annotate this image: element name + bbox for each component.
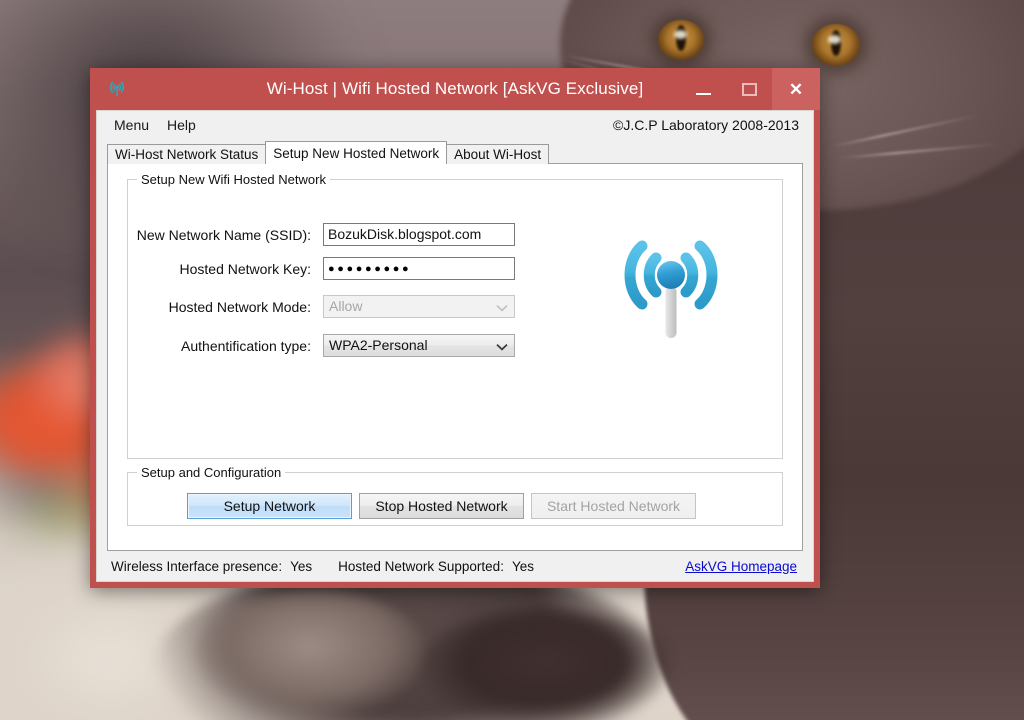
label-auth-type: Authentification type: (181, 337, 311, 354)
stop-hosted-network-button[interactable]: Stop Hosted Network (359, 493, 524, 519)
chevron-down-icon (496, 335, 508, 356)
minimize-icon (695, 92, 711, 95)
menu-item-help[interactable]: Help (158, 114, 205, 136)
label-network-key: Hosted Network Key: (179, 260, 312, 277)
tab-network-status[interactable]: Wi-Host Network Status (107, 144, 267, 164)
close-button[interactable]: ✕ (772, 68, 820, 110)
tab-about-wi-host[interactable]: About Wi-Host (446, 144, 550, 164)
start-hosted-network-button[interactable]: Start Hosted Network (531, 493, 696, 519)
field-row-ssid: New Network Name (SSID): BozukDisk.blogs… (128, 223, 515, 246)
network-mode-value: Allow (329, 298, 363, 314)
application-window: Wi-Host | Wifi Hosted Network [AskVG Exc… (90, 68, 820, 588)
setup-group-title: Setup New Wifi Hosted Network (137, 172, 330, 187)
network-key-input[interactable]: ●●●●●●●●● (323, 257, 515, 280)
tab-page-setup: Setup New Wifi Hosted Network New Networ… (107, 163, 803, 551)
field-row-auth-type: Authentification type: WPA2-Personal (128, 334, 515, 357)
setup-network-button[interactable]: Setup Network (187, 493, 352, 519)
field-row-network-key: Hosted Network Key: ●●●●●●●●● (128, 257, 515, 280)
wireless-interface-value: Yes (290, 558, 313, 574)
field-row-network-mode: Hosted Network Mode: Allow (128, 295, 515, 318)
maximize-button[interactable] (726, 68, 772, 110)
title-bar[interactable]: Wi-Host | Wifi Hosted Network [AskVG Exc… (90, 68, 820, 110)
hosted-network-supported-value: Yes (511, 558, 534, 574)
askvg-homepage-link[interactable]: AskVG Homepage (685, 559, 797, 574)
label-ssid: New Network Name (SSID): (136, 226, 311, 243)
config-group-title: Setup and Configuration (137, 465, 286, 480)
setup-group-box: Setup New Wifi Hosted Network New Networ… (127, 172, 783, 459)
auth-type-value: WPA2-Personal (329, 337, 428, 353)
wallpaper-cat-eye-left (658, 20, 704, 60)
menu-bar: Menu Help ©J.C.P Laboratory 2008-2013 (97, 111, 813, 139)
tab-strip: Wi-Host Network Status Setup New Hosted … (107, 141, 813, 164)
wallpaper-cat-paw (195, 588, 425, 718)
hosted-network-supported-label: Hosted Network Supported: (338, 558, 504, 574)
maximize-icon (741, 82, 757, 96)
minimize-button[interactable] (680, 68, 726, 110)
wireless-interface-label: Wireless Interface presence: (111, 558, 283, 574)
wallpaper-cat-eye-right (812, 24, 860, 66)
close-icon: ✕ (788, 79, 804, 99)
window-controls: ✕ (680, 68, 820, 110)
tab-setup-new-hosted-network[interactable]: Setup New Hosted Network (265, 141, 448, 164)
antenna-icon (100, 78, 134, 100)
config-group-box: Setup and Configuration Setup Network St… (127, 465, 783, 526)
chevron-down-icon (496, 296, 508, 317)
label-network-mode: Hosted Network Mode: (168, 298, 311, 315)
wallpaper-cat-paw (420, 608, 670, 720)
ssid-input[interactable]: BozukDisk.blogspot.com (323, 223, 515, 246)
copyright-text: ©J.C.P Laboratory 2008-2013 (613, 117, 799, 133)
status-bar: Wireless Interface presence: Yes Hosted … (97, 551, 813, 581)
menu-item-menu[interactable]: Menu (105, 114, 158, 136)
client-area: Menu Help ©J.C.P Laboratory 2008-2013 Wi… (96, 110, 814, 582)
wifi-broadcast-icon (606, 228, 736, 348)
auth-type-select[interactable]: WPA2-Personal (323, 334, 515, 357)
network-mode-select[interactable]: Allow (323, 295, 515, 318)
